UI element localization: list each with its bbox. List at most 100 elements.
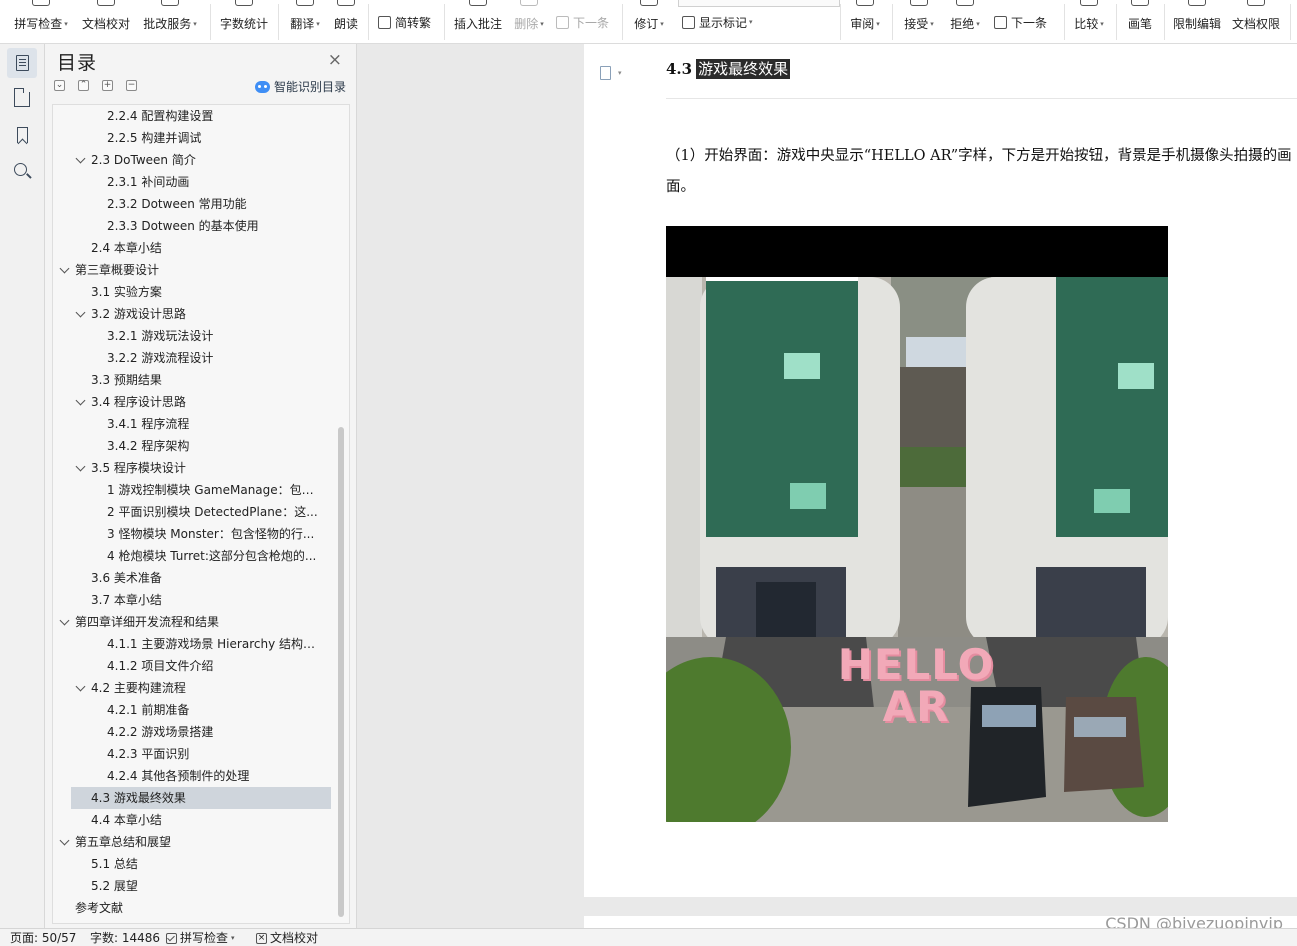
toc-item[interactable]: 3.6 美术准备	[53, 567, 331, 589]
toc-item[interactable]: 4.2.1 前期准备	[53, 699, 331, 721]
toc-item[interactable]: 第五章总结和展望	[53, 831, 331, 853]
reject-button[interactable]: 拒绝 ▾	[946, 0, 984, 43]
outline-panel-toggle[interactable]	[7, 84, 37, 114]
toc-item[interactable]: 4.4 本章小结	[53, 809, 331, 831]
chevron-down-icon[interactable]	[75, 307, 86, 318]
translate-button[interactable]: 翻译 ▾	[286, 0, 324, 43]
spell-check-button[interactable]: 拼写检查 ▾	[10, 0, 72, 43]
toc-item[interactable]: 2.3.3 Dotween 的基本使用	[53, 215, 331, 237]
chevron-down-icon[interactable]	[59, 835, 70, 846]
search-panel-toggle[interactable]	[7, 156, 37, 186]
expand-all-button[interactable]: ⌄	[54, 80, 65, 91]
toc-item[interactable]: 2.3.2 Dotween 常用功能	[53, 193, 331, 215]
accept-button[interactable]: 接受 ▾	[900, 0, 938, 43]
toc-item[interactable]: 4.2.3 平面识别	[53, 743, 331, 765]
track-changes-button[interactable]: 修订 ▾	[630, 0, 668, 43]
check-icon	[166, 932, 177, 944]
toc-item[interactable]: 4.3 游戏最终效果	[71, 787, 331, 809]
toc-scrollbar[interactable]	[338, 427, 344, 917]
show-markup-icon	[682, 15, 695, 29]
ribbon-toolbar: 拼写检查 ▾ 文档校对 批改服务 ▾ 字数统计 翻译 ▾ 朗读 简转繁 插入批注 删除…	[0, 0, 1297, 44]
collapse-all-button[interactable]: ⌃	[78, 80, 89, 91]
game-screenshot-image[interactable]: HELLO AR	[666, 226, 1168, 822]
toc-item[interactable]: 4.1.1 主要游戏场景 Hierarchy 结构介...	[53, 633, 331, 655]
toc-item[interactable]: 3.2 游戏设计思路	[53, 303, 331, 325]
word-count-button[interactable]: 字数统计	[218, 0, 270, 43]
toc-item[interactable]: 4.1.2 项目文件介绍	[53, 655, 331, 677]
ribbon-separator	[840, 4, 841, 40]
smart-toc-button[interactable]: 智能识别目录	[254, 78, 346, 95]
toc-item[interactable]: 参考文献	[53, 897, 331, 919]
chevron-down-icon[interactable]: ▾	[618, 69, 622, 77]
add-entry-button[interactable]: +	[102, 80, 113, 91]
toc-item[interactable]: 4.2 主要构建流程	[53, 677, 331, 699]
chevron-down-icon[interactable]	[75, 153, 86, 164]
toc-item[interactable]: 3.2.2 游戏流程设计	[53, 347, 331, 369]
toc-item[interactable]: 3.3 预期结果	[53, 369, 331, 391]
next-change-button[interactable]: 下一条	[994, 13, 1047, 31]
toc-item[interactable]: 第四章详细开发流程和结果	[53, 611, 331, 633]
toc-item[interactable]: 3.5 程序模块设计	[53, 457, 331, 479]
read-aloud-button[interactable]: 朗读	[332, 0, 360, 43]
toc-item[interactable]: 3 怪物模块 Monster：包含怪物的行...	[53, 523, 331, 545]
status-bar: 页面: 50/57 字数: 14486 拼写检查 ▾ × 文档校对	[0, 928, 1297, 946]
next-change-icon	[994, 15, 1007, 29]
insert-comment-button[interactable]: 插入批注	[452, 0, 504, 43]
toc-item[interactable]: 4.2.2 游戏场景搭建	[53, 721, 331, 743]
toc-item-label: 2.3.2 Dotween 常用功能	[107, 197, 247, 211]
ribbon-separator	[622, 4, 623, 40]
toc-item[interactable]: 5.2 展望	[53, 875, 331, 897]
toc-panel-toggle[interactable]	[7, 48, 37, 78]
body-paragraph[interactable]: （1）开始界面：游戏中央显示“HELLO AR”字样，下方是开始按钮，背景是手机…	[666, 141, 1297, 203]
next-comment-button[interactable]: 下一条	[556, 13, 609, 31]
compare-button[interactable]: 比较 ▾	[1070, 0, 1108, 43]
toc-item[interactable]: 3.4 程序设计思路	[53, 391, 331, 413]
document-permissions-button[interactable]: 文档权限	[1230, 0, 1282, 43]
document-outline-icon[interactable]	[600, 66, 611, 80]
toc-item[interactable]: 2 平面识别模块 DetectedPlane：这...	[53, 501, 331, 523]
proofread-button[interactable]: 文档校对	[80, 0, 132, 43]
toc-item[interactable]: 2.4 本章小结	[53, 237, 331, 259]
markup-dropdown-box[interactable]	[678, 0, 840, 7]
toc-item[interactable]: 第三章概要设计	[53, 259, 331, 281]
toc-item[interactable]: 4 枪炮模块 Turret:这部分包含枪炮的...	[53, 545, 331, 567]
word-count-indicator[interactable]: 字数: 14486	[90, 930, 160, 946]
toc-item[interactable]: 2.3 DoTween 简介	[53, 149, 331, 171]
toc-item[interactable]: 3.4.1 程序流程	[53, 413, 331, 435]
remove-entry-button[interactable]: −	[126, 80, 137, 91]
chevron-down-icon[interactable]	[59, 263, 70, 274]
chevron-down-icon[interactable]	[75, 461, 86, 472]
toc-item[interactable]: 3.4.2 程序架构	[53, 435, 331, 457]
document-area: ▾ 4.3 游戏最终效果 （1）开始界面：游戏中央显示“HELLO AR”字样，下…	[358, 44, 1297, 928]
chevron-down-icon[interactable]	[75, 681, 86, 692]
close-icon[interactable]: ×	[328, 50, 342, 70]
show-markup-button[interactable]: 显示标记 ▾	[682, 13, 753, 31]
simplified-to-traditional-button[interactable]: 简转繁	[378, 13, 431, 31]
toc-item[interactable]: 5.1 总结	[53, 853, 331, 875]
reject-icon	[956, 0, 974, 6]
pen-button[interactable]: 画笔	[1124, 0, 1156, 43]
toc-item[interactable]: 2.3.1 补间动画	[53, 171, 331, 193]
toc-item[interactable]: 4.2.4 其他各预制件的处理	[53, 765, 331, 787]
status-spell-check[interactable]: 拼写检查 ▾	[166, 930, 235, 946]
toc-item-label: 4.2.1 前期准备	[107, 703, 190, 717]
review-button[interactable]: 审阅 ▾	[846, 0, 884, 43]
bookmark-panel-toggle[interactable]	[7, 120, 37, 150]
toc-item[interactable]: 3.1 实验方案	[53, 281, 331, 303]
toc-item[interactable]: 2.2.5 构建并调试	[53, 127, 331, 149]
toc-item[interactable]: 2.2.4 配置构建设置	[53, 105, 331, 127]
toc-item[interactable]: 3.7 本章小结	[53, 589, 331, 611]
toc-item[interactable]: 3.2.1 游戏玩法设计	[53, 325, 331, 347]
search-icon	[14, 163, 27, 176]
review-service-button[interactable]: 批改服务 ▾	[140, 0, 200, 43]
delete-comment-button[interactable]: 删除 ▾	[510, 0, 548, 43]
status-proofread[interactable]: × 文档校对	[256, 930, 318, 946]
proofread-icon: ×	[256, 932, 267, 944]
chevron-down-icon[interactable]	[75, 395, 86, 406]
page-indicator[interactable]: 页面: 50/57	[10, 930, 76, 946]
restrict-editing-button[interactable]: 限制编辑	[1170, 0, 1224, 43]
section-heading[interactable]: 4.3 游戏最终效果	[666, 58, 791, 79]
toc-item[interactable]: 1 游戏控制模块 GameManage：包含...	[53, 479, 331, 501]
chevron-down-icon[interactable]	[59, 615, 70, 626]
document-page[interactable]: ▾ 4.3 游戏最终效果 （1）开始界面：游戏中央显示“HELLO AR”字样，下…	[584, 44, 1297, 897]
